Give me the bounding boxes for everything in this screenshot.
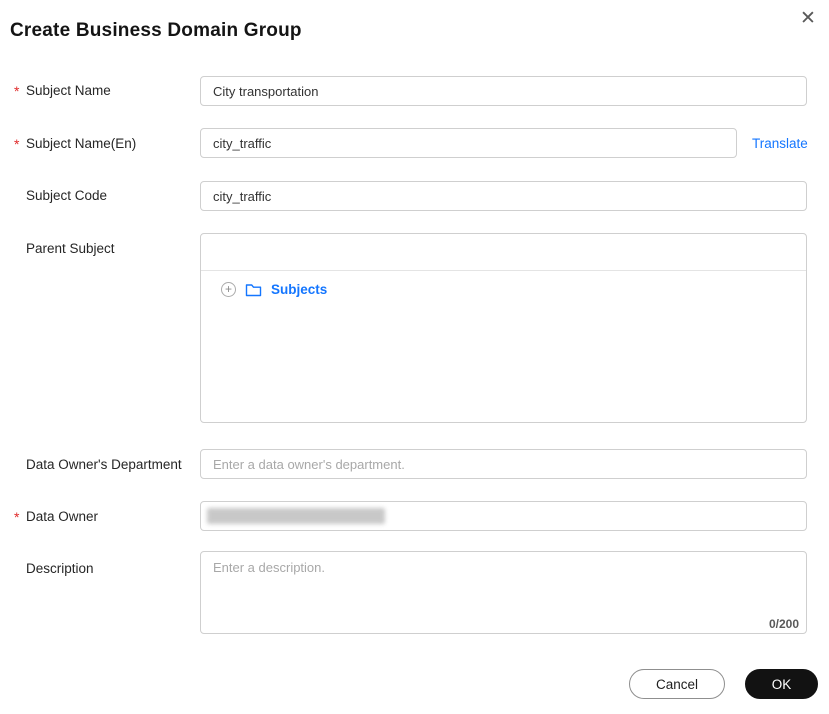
tree-node-subjects[interactable]: + Subjects: [221, 282, 806, 297]
create-business-domain-group-dialog: Create Business Domain Group ✕ * Subject…: [0, 0, 829, 714]
ok-button[interactable]: OK: [745, 669, 818, 699]
parent-subject-filter-input[interactable]: [201, 234, 806, 271]
parent-subject-label: Parent Subject: [26, 241, 115, 257]
subject-name-en-label-text: Subject Name(En): [26, 136, 137, 151]
redacted-data-owner-value: [207, 508, 385, 524]
subject-name-en-input[interactable]: [200, 128, 737, 158]
data-owner-department-label: Data Owner's Department: [26, 457, 182, 473]
subject-name-en-label: * Subject Name(En): [14, 136, 137, 152]
subject-code-label-text: Subject Code: [26, 188, 108, 203]
parent-subject-tree-panel: + Subjects: [200, 233, 807, 423]
folder-icon: [245, 283, 262, 296]
subject-name-label-text: Subject Name: [26, 83, 111, 98]
subject-name-input[interactable]: [200, 76, 807, 106]
data-owner-input[interactable]: [200, 501, 807, 531]
description-label-text: Description: [26, 561, 94, 576]
data-owner-department-label-text: Data Owner's Department: [26, 457, 182, 472]
data-owner-label-text: Data Owner: [26, 509, 99, 524]
required-asterisk: *: [14, 509, 20, 525]
required-asterisk: *: [14, 136, 20, 152]
data-owner-department-input[interactable]: [200, 449, 807, 479]
required-asterisk: *: [14, 83, 20, 99]
close-icon[interactable]: ✕: [795, 6, 821, 32]
parent-subject-label-text: Parent Subject: [26, 241, 115, 256]
description-label: Description: [26, 561, 94, 577]
description-field-wrapper: 0/200: [200, 551, 807, 634]
cancel-button[interactable]: Cancel: [629, 669, 725, 699]
translate-link[interactable]: Translate: [752, 136, 808, 151]
dialog-title: Create Business Domain Group: [10, 20, 302, 41]
description-textarea[interactable]: [200, 551, 807, 634]
char-counter: 0/200: [764, 617, 799, 631]
tree-expand-icon[interactable]: +: [221, 282, 236, 297]
tree-node-label[interactable]: Subjects: [271, 282, 327, 297]
subject-code-input[interactable]: [200, 181, 807, 211]
data-owner-label: * Data Owner: [14, 509, 99, 525]
subject-code-label: Subject Code: [26, 188, 107, 204]
subject-name-label: * Subject Name: [14, 83, 111, 99]
